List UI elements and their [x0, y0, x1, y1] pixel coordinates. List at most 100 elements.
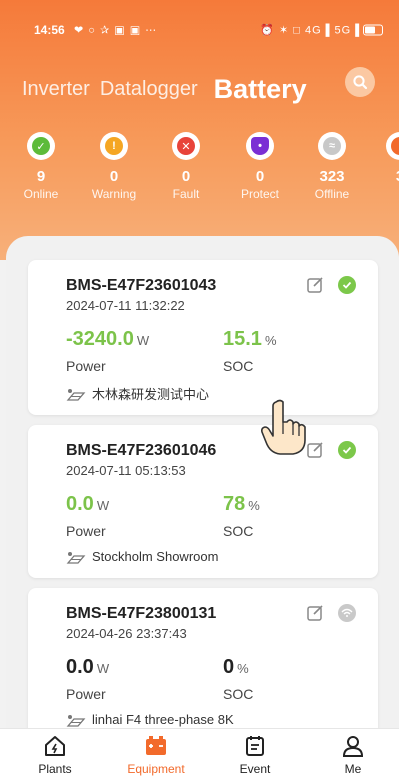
nav-equipment-label: Equipment — [127, 762, 185, 776]
online-status-icon — [338, 276, 356, 294]
status-fault-badge: ✕ — [172, 132, 200, 160]
status-offline[interactable]: ≈ 323 Offline — [297, 132, 367, 201]
soc-unit: % — [264, 333, 277, 348]
bottom-nav: Plants Equipment Event Me — [0, 728, 399, 776]
wifi-icon: ≈ — [323, 137, 341, 155]
power-value: 0.0 — [66, 493, 94, 515]
device-time: 2024-04-26 23:37:43 — [66, 626, 187, 641]
status-more-count: 3 — [365, 168, 399, 185]
power-unit: W — [96, 661, 110, 676]
soc-label: SOC — [223, 523, 254, 539]
device-time: 2024-07-11 11:32:22 — [66, 298, 185, 313]
status-summary: ✓ 9 Online ! 0 Warning ✕ 0 Fault • 0 Pro… — [0, 132, 399, 212]
nav-plants-label: Plants — [38, 762, 72, 776]
notification-icons: ❤ ○ ✰ ▣ ▣ ⋯ — [74, 24, 158, 37]
status-offline-count: 323 — [319, 168, 345, 185]
device-time: 2024-07-11 05:13:53 — [66, 463, 186, 478]
close-icon: ✕ — [177, 137, 195, 155]
status-online-label: Online — [23, 187, 59, 201]
battery-card[interactable]: BMS-E47F23800131 2024-04-26 23:37:43 0.0… — [28, 588, 378, 738]
power-label: Power — [66, 523, 106, 539]
device-type-tabs: Inverter Datalogger Battery — [22, 66, 307, 103]
plant-name: linhai F4 three-phase 8K — [92, 712, 234, 727]
status-more-badge — [386, 132, 399, 160]
plant-name: 木林森研发测试中心 — [92, 387, 210, 402]
status-fault-count: 0 — [181, 168, 191, 185]
status-bar: 14:56 ❤ ○ ✰ ▣ ▣ ⋯ ⏰ ✶ □ 4G▐ 5G▐ — [0, 0, 399, 40]
power-value-row: 0.0 W — [66, 493, 109, 516]
edit-icon[interactable] — [306, 276, 324, 294]
nav-me[interactable]: Me — [313, 734, 393, 776]
soc-value-row: 15.1% — [223, 328, 277, 351]
status-fault-label: Fault — [172, 187, 200, 201]
tab-battery[interactable]: Battery — [214, 76, 307, 103]
status-offline-label: Offline — [314, 187, 350, 201]
device-name: BMS-E47F23601043 — [66, 277, 217, 294]
soc-value-row: 78% — [223, 493, 260, 516]
plant-name: Stockholm Showroom — [92, 549, 219, 564]
offline-status-icon — [338, 604, 356, 622]
status-online-count: 9 — [36, 168, 46, 185]
status-more[interactable]: 3 — [365, 132, 399, 187]
equipment-battery-icon — [146, 736, 166, 755]
status-warning-count: 0 — [109, 168, 119, 185]
power-value: 0.0 — [66, 656, 94, 678]
status-protect-badge: • — [246, 132, 274, 160]
soc-value: 78 — [223, 493, 246, 515]
status-protect-label: Protect — [240, 187, 279, 201]
nav-me-label: Me — [344, 762, 362, 776]
search-button[interactable] — [345, 67, 375, 97]
soc-value-row: 0% — [223, 656, 249, 679]
device-name: BMS-E47F23601046 — [66, 442, 217, 459]
solar-plant-icon — [66, 388, 86, 401]
status-fault[interactable]: ✕ 0 Fault — [151, 132, 221, 201]
pointer-hand-icon — [261, 399, 306, 455]
soc-unit: % — [237, 661, 249, 676]
soc-label: SOC — [223, 686, 254, 702]
tab-inverter[interactable]: Inverter — [22, 76, 90, 102]
soc-label: SOC — [223, 358, 254, 374]
status-warning[interactable]: ! 0 Warning — [79, 132, 149, 201]
nav-equipment[interactable]: Equipment — [116, 734, 196, 776]
status-online[interactable]: ✓ 9 Online — [6, 132, 76, 201]
plant-row: 木林森研发测试中心 — [66, 384, 209, 403]
status-protect-count: 0 — [255, 168, 265, 185]
status-online-badge: ✓ — [27, 132, 55, 160]
power-value-row: -3240.0 W — [66, 328, 149, 351]
device-name: BMS-E47F23800131 — [66, 605, 217, 622]
profile-icon — [342, 736, 364, 757]
plant-row: Stockholm Showroom — [66, 549, 218, 564]
online-status-icon — [338, 441, 356, 459]
power-label: Power — [66, 358, 106, 374]
plants-icon — [45, 736, 65, 756]
solar-plant-icon — [66, 714, 86, 727]
check-icon: ✓ — [32, 137, 50, 155]
warning-icon: ! — [105, 137, 123, 155]
system-icons: ⏰ ✶ □ 4G▐ 5G▐ — [260, 24, 383, 37]
soc-value: 15.1 — [223, 328, 262, 350]
power-label: Power — [66, 686, 106, 702]
solar-plant-icon — [66, 551, 86, 564]
battery-card[interactable]: BMS-E47F23601043 2024-07-11 11:32:22 -32… — [28, 260, 378, 415]
plant-row: linhai F4 three-phase 8K — [66, 712, 234, 727]
status-protect[interactable]: • 0 Protect — [225, 132, 295, 201]
status-warning-label: Warning — [91, 187, 137, 201]
nav-event[interactable]: Event — [215, 734, 295, 776]
shield-icon: • — [251, 137, 269, 155]
search-icon — [353, 75, 368, 90]
edit-icon[interactable] — [306, 604, 324, 622]
status-offline-badge: ≈ — [318, 132, 346, 160]
status-time: 14:56 — [34, 23, 65, 37]
soc-unit: % — [248, 498, 260, 513]
nav-plants[interactable]: Plants — [15, 734, 95, 776]
power-unit: W — [96, 498, 110, 513]
tab-datalogger[interactable]: Datalogger — [100, 76, 198, 102]
event-icon — [246, 736, 264, 756]
nav-event-label: Event — [239, 762, 271, 776]
power-unit: W — [136, 333, 150, 348]
signal-icons: ⏰ ✶ □ 4G▐ 5G▐ — [260, 24, 360, 37]
battery-status-icon — [363, 24, 383, 36]
more-icon — [391, 137, 399, 155]
power-value-row: 0.0 W — [66, 656, 109, 679]
battery-card[interactable]: BMS-E47F23601046 2024-07-11 05:13:53 0.0… — [28, 425, 378, 578]
